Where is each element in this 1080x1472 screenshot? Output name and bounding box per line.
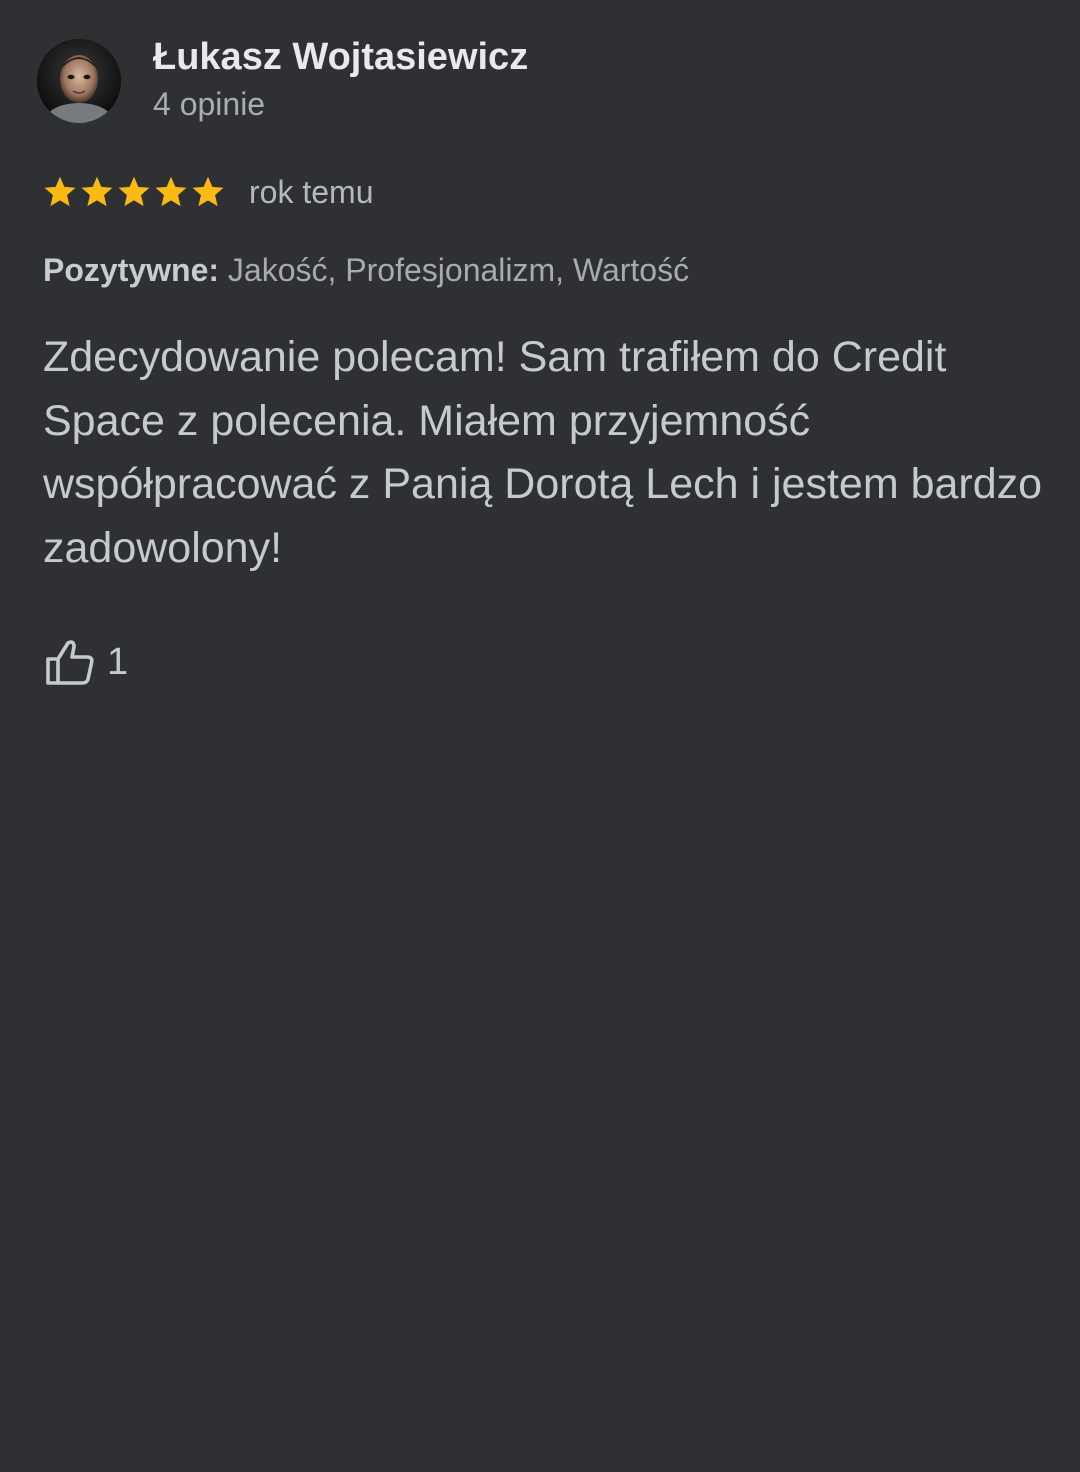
review-attributes: Pozytywne: Jakość, Profesjonalizm, Warto… (43, 248, 689, 292)
author-review-count[interactable]: 4 opinie (153, 84, 265, 124)
star-rating (42, 174, 227, 210)
star-icon (81, 176, 113, 207)
avatar-photo-icon (37, 39, 121, 123)
star-icon (44, 176, 76, 207)
star-icon (192, 176, 224, 207)
author-name[interactable]: Łukasz Wojtasiewicz (153, 34, 528, 80)
review-text: Zdecydowanie polecam! Sam trafiłem do Cr… (43, 333, 1043, 572)
review-date: rok temu (249, 174, 374, 210)
review-card: Łukasz Wojtasiewicz 4 opinie rok temu Po… (0, 0, 1080, 1472)
like-button[interactable]: 1 (43, 634, 128, 690)
star-icon (118, 176, 150, 207)
rating-row: rok temu (42, 170, 373, 214)
attributes-label: Pozytywne: (43, 252, 220, 288)
thumbs-up-icon (46, 640, 94, 685)
like-count: 1 (107, 641, 129, 683)
star-icon (155, 176, 187, 207)
attributes-values: Jakość, Profesjonalizm, Wartość (227, 252, 690, 288)
more-options-button[interactable] (990, 60, 1030, 104)
author-avatar[interactable] (37, 39, 121, 123)
